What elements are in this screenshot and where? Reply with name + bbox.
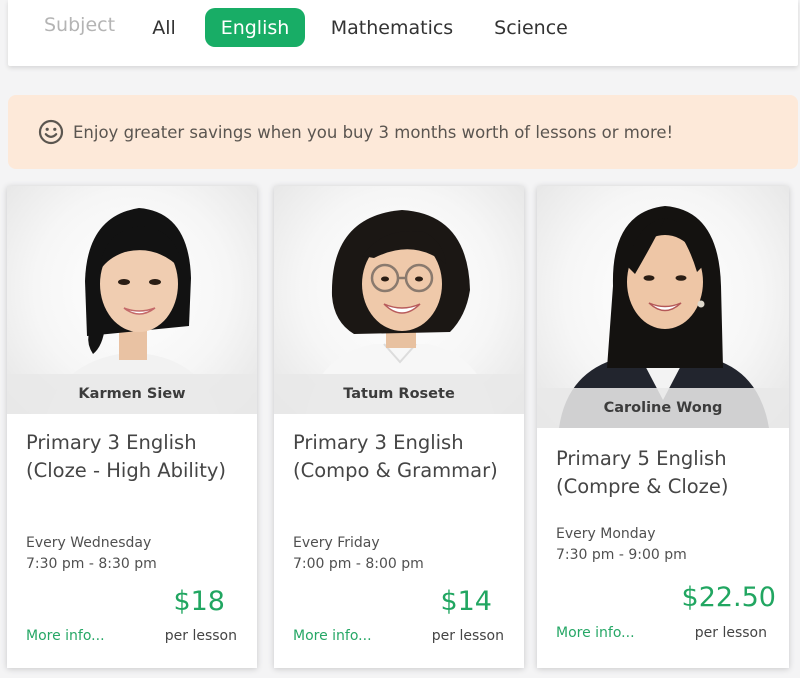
tab-all[interactable]: All [144,8,184,47]
schedule: Every Wednesday 7:30 pm - 8:30 pm [26,533,157,575]
per-lesson-label: per lesson [164,628,237,644]
more-info-link[interactable]: More info... [556,625,635,641]
promo-banner: Enjoy greater savings when you buy 3 mon… [8,95,798,169]
promo-text: Enjoy greater savings when you buy 3 mon… [73,122,674,142]
course-title-line1: Primary 5 English [556,447,727,470]
tab-mathematics[interactable]: Mathematics [326,8,458,47]
course-title-line1: Primary 3 English [26,431,197,454]
schedule-day: Every Wednesday [26,535,152,551]
teacher-name: Karmen Siew [7,374,257,414]
more-info-link[interactable]: More info... [293,628,372,644]
price: $18 [173,586,225,617]
schedule-time: 7:30 pm - 8:30 pm [26,556,157,572]
schedule-time: 7:30 pm - 9:00 pm [556,547,687,563]
course-title-line2: (Cloze - High Ability) [26,459,227,482]
schedule-time: 7:00 pm - 8:00 pm [293,556,424,572]
schedule-day: Every Friday [293,535,380,551]
course-title-line1: Primary 3 English [293,431,464,454]
course-title[interactable]: Primary 3 English (Compo & Grammar) [293,429,512,485]
schedule: Every Friday 7:00 pm - 8:00 pm [293,533,424,575]
per-lesson-label: per lesson [431,628,504,644]
class-card[interactable]: Tatum Rosete Primary 3 English (Compo & … [274,186,524,668]
price: $22.50 [681,582,776,613]
course-title[interactable]: Primary 3 English (Cloze - High Ability) [26,429,245,485]
more-info-link[interactable]: More info... [26,628,105,644]
tab-english[interactable]: English [205,8,305,47]
course-title-line2: (Compo & Grammar) [293,459,498,482]
subject-filter-bar: Subject All English Mathematics Science [8,0,798,66]
course-title[interactable]: Primary 5 English (Compre & Cloze) [556,445,777,501]
per-lesson-label: per lesson [694,625,767,641]
schedule-day: Every Monday [556,526,656,542]
course-title-line2: (Compre & Cloze) [556,475,729,498]
tab-science[interactable]: Science [489,8,573,47]
smile-icon [38,119,64,145]
schedule: Every Monday 7:30 pm - 9:00 pm [556,524,687,566]
class-card[interactable]: Caroline Wong Primary 5 English (Compre … [537,186,789,668]
teacher-name: Caroline Wong [537,388,789,428]
class-card[interactable]: Karmen Siew Primary 3 English (Cloze - H… [7,186,257,668]
teacher-name: Tatum Rosete [274,374,524,414]
price: $14 [440,586,492,617]
subject-label: Subject [44,14,116,36]
